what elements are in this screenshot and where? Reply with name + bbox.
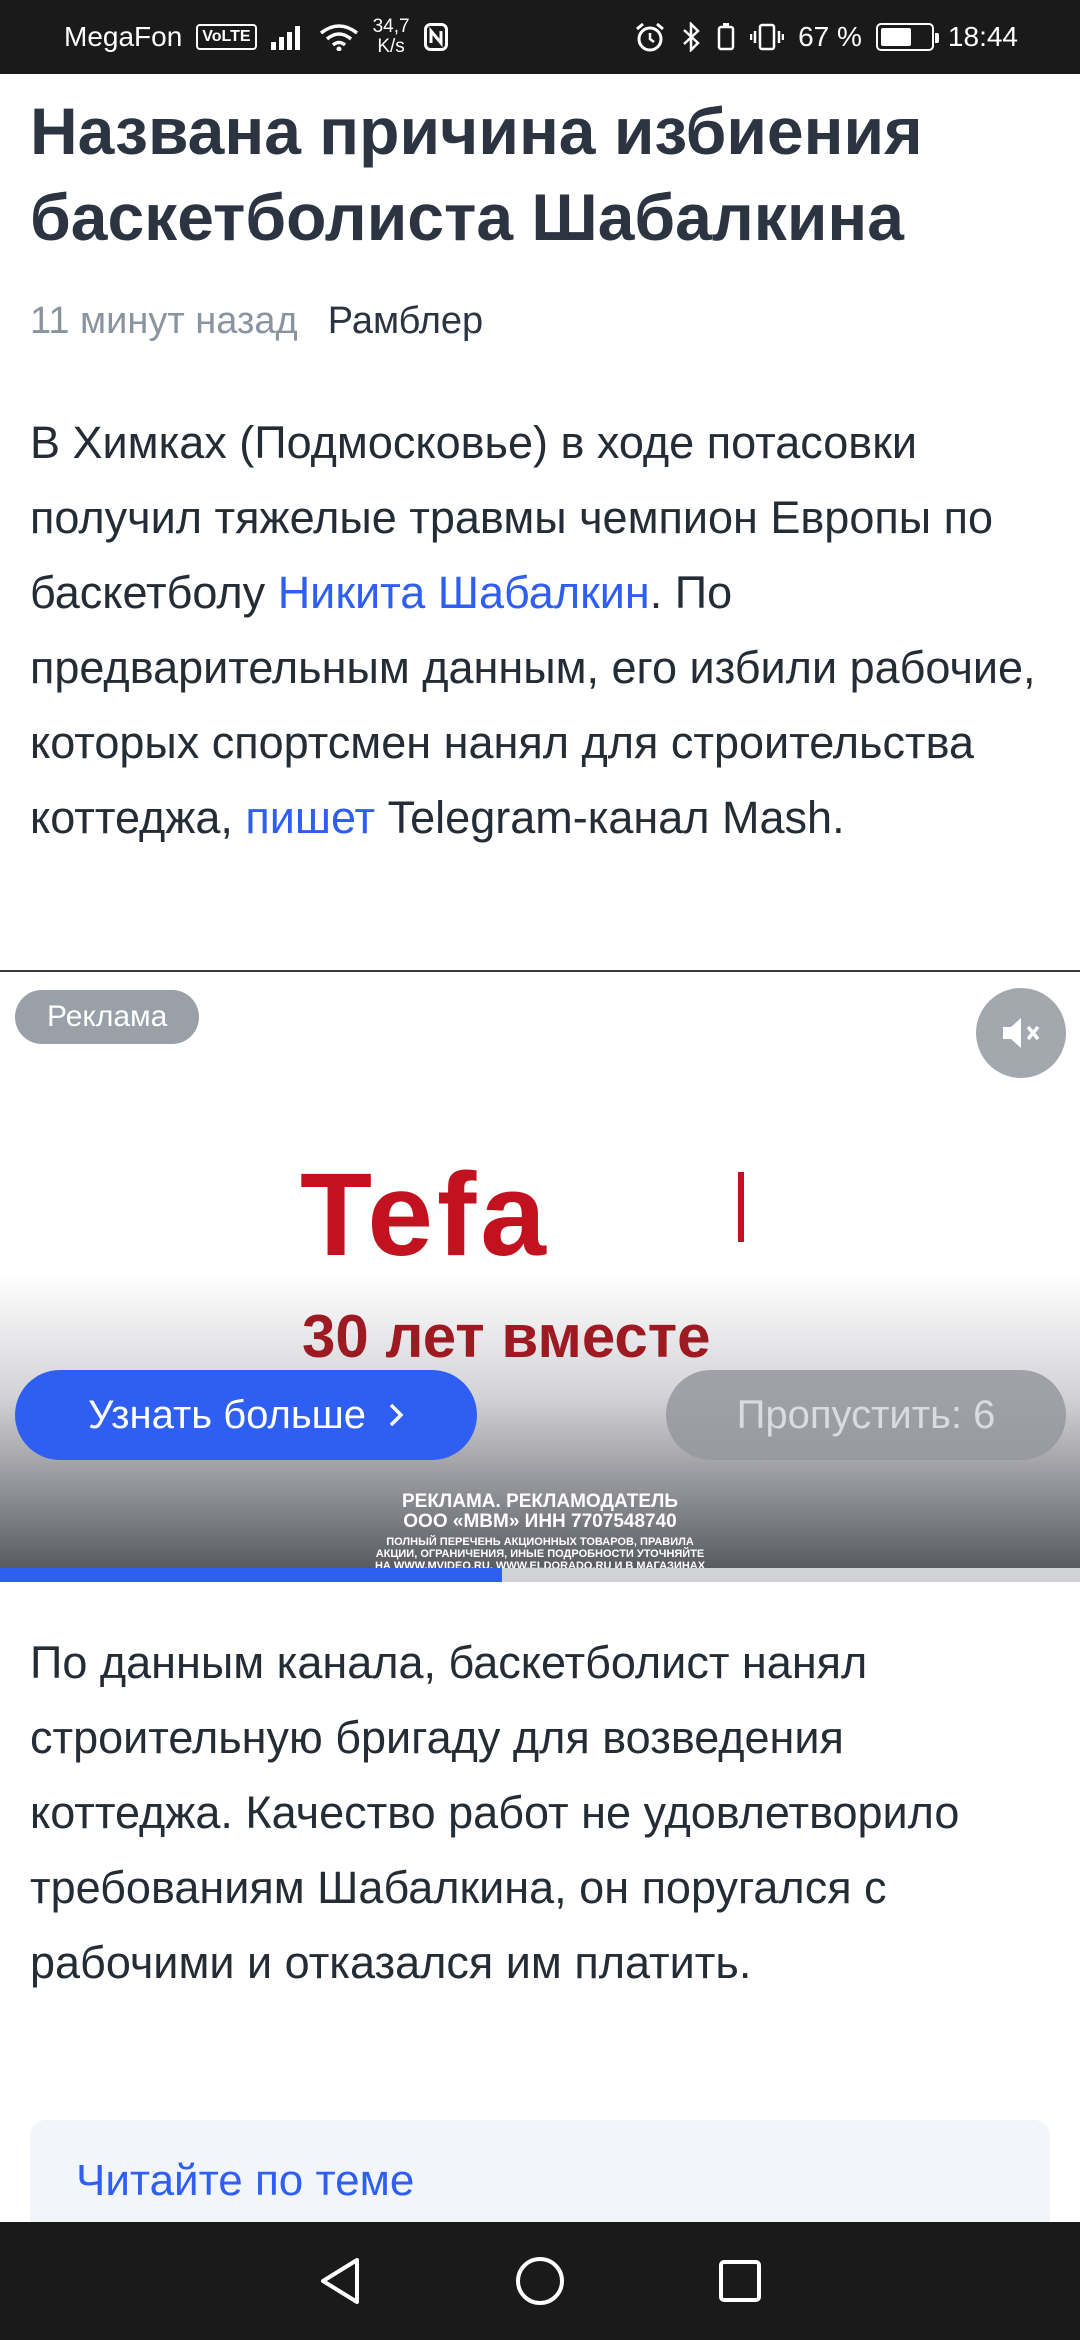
carrier-name: MegaFon bbox=[64, 21, 183, 52]
recents-button[interactable] bbox=[710, 2251, 770, 2311]
recents-square-icon bbox=[719, 2260, 761, 2302]
battery-fill bbox=[880, 28, 912, 46]
ad-progress-bar bbox=[0, 1568, 1080, 1582]
article-paragraph-1: В Химках (Подмосковье) в ходе потасовки … bbox=[30, 405, 1055, 855]
back-triangle-icon bbox=[321, 2258, 359, 2304]
related-title: Читайте по теме bbox=[76, 2156, 415, 2205]
person-link[interactable]: Никита Шабалкин bbox=[278, 567, 650, 618]
status-left: MegaFon VoLTE 34,7 K/s bbox=[64, 17, 448, 57]
article-meta: 11 минут назад Рамблер bbox=[30, 300, 483, 343]
p1-text-3: Telegram-канал Mash. bbox=[375, 792, 845, 843]
battery-percent: 67 % bbox=[798, 21, 862, 52]
clock: 18:44 bbox=[947, 21, 1018, 52]
speaker-muted-icon bbox=[1003, 1018, 1040, 1048]
home-circle-icon bbox=[516, 2257, 564, 2305]
volte-badge: VoLTE bbox=[196, 24, 257, 50]
system-nav-bar bbox=[0, 2222, 1080, 2340]
battery-saver-icon bbox=[717, 23, 735, 51]
alarm-icon bbox=[636, 22, 665, 52]
battery-icon bbox=[875, 23, 939, 51]
source-link[interactable]: Рамблер bbox=[328, 300, 483, 343]
skip-button[interactable]: Пропустить: 6 bbox=[666, 1370, 1066, 1460]
video-ad[interactable]: Tefa 30 лет вместе Реклама Узнать больше… bbox=[0, 970, 1080, 1582]
nfc-icon bbox=[423, 23, 448, 51]
bluetooth-icon bbox=[683, 22, 700, 52]
publish-time: 11 минут назад bbox=[30, 300, 298, 342]
mute-button[interactable] bbox=[976, 988, 1066, 1078]
article-paragraph-2: По данным канала, баскетболист нанял стр… bbox=[30, 1637, 960, 1988]
ad-label: Реклама bbox=[15, 990, 200, 1044]
chevron-right-icon bbox=[389, 1403, 404, 1427]
ad-disclaimer: РЕКЛАМА. РЕКЛАМОДАТЕЛЬ ООО «МВМ» ИНН 770… bbox=[370, 1491, 710, 1573]
skip-label: Пропустить: 6 bbox=[736, 1392, 996, 1437]
vibrate-icon bbox=[750, 23, 785, 51]
source-reference-link[interactable]: пишет bbox=[245, 792, 375, 843]
ad-slogan: 30 лет вместе bbox=[302, 1303, 711, 1370]
network-speed: 34,7 K/s bbox=[373, 17, 410, 57]
learn-more-label: Узнать больше bbox=[87, 1392, 367, 1437]
speed-value: 34,7 bbox=[372, 16, 410, 37]
wifi-icon bbox=[319, 24, 358, 51]
home-button[interactable] bbox=[510, 2251, 570, 2311]
ad-brand-logo: Tefa bbox=[300, 1149, 550, 1281]
status-right: 67 % 18:44 bbox=[634, 21, 1018, 53]
article-title: Названа причина избиения баскетболиста Ш… bbox=[30, 94, 923, 254]
disclaimer-line-2: ООО «МВМ» ИНН 7707548740 bbox=[403, 1511, 677, 1532]
ad-progress-fill bbox=[0, 1568, 503, 1582]
back-button[interactable] bbox=[310, 2251, 370, 2311]
status-bar: MegaFon VoLTE 34,7 K/s 67 % 18:44 bbox=[0, 0, 1080, 74]
signal-icon bbox=[270, 26, 300, 50]
learn-more-button[interactable]: Узнать больше bbox=[15, 1370, 477, 1460]
disclaimer-line-1: РЕКЛАМА. РЕКЛАМОДАТЕЛЬ bbox=[401, 1491, 679, 1512]
speed-unit: K/s bbox=[377, 36, 405, 57]
ad-brand-logo-bar bbox=[738, 1172, 744, 1242]
disclaimer-line-3: ПОЛНЫЙ ПЕРЕЧЕНЬ АКЦИОННЫХ ТОВАРОВ, ПРАВИ… bbox=[374, 1536, 706, 1572]
